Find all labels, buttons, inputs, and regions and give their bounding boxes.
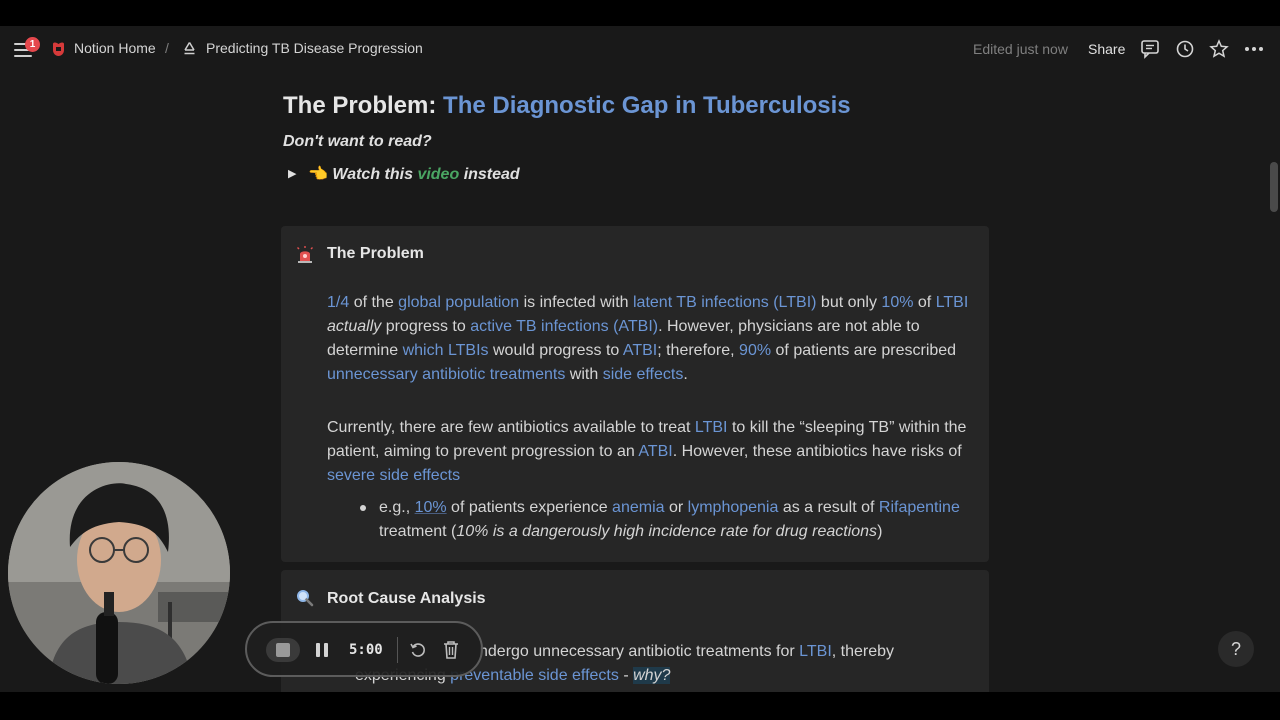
- star-icon[interactable]: [1208, 38, 1230, 60]
- subheading: Don't want to read?: [283, 133, 432, 150]
- share-button[interactable]: Share: [1088, 41, 1125, 57]
- problem-paragraph-2: Currently, there are few antibiotics ava…: [327, 419, 967, 484]
- stop-recording-button[interactable]: [266, 638, 300, 662]
- recorder-controls: 5:00: [245, 621, 483, 677]
- callout-title: Root Cause Analysis: [327, 590, 486, 607]
- recycle-icon: [184, 42, 195, 55]
- restart-icon[interactable]: [409, 641, 427, 659]
- callout-title: The Problem: [327, 245, 424, 262]
- notification-badge: 1: [25, 37, 40, 52]
- video-link[interactable]: video: [417, 166, 459, 183]
- video-toggle[interactable]: ▶ 👈 Watch this video instead: [288, 164, 520, 184]
- edited-status: Edited just now: [973, 41, 1068, 57]
- siren-icon: [297, 246, 313, 263]
- webcam-overlay: [8, 462, 230, 684]
- bullet-marker: [360, 505, 366, 511]
- letterbox-top: [0, 0, 1280, 26]
- more-icon[interactable]: [1243, 38, 1265, 60]
- trash-icon[interactable]: [442, 640, 460, 660]
- comment-icon[interactable]: [1139, 38, 1161, 60]
- recording-timer: 5:00: [349, 642, 383, 658]
- notion-logo-icon: [53, 42, 64, 56]
- help-button[interactable]: ?: [1218, 631, 1254, 667]
- divider: [397, 637, 398, 663]
- clock-history-icon[interactable]: [1174, 38, 1196, 60]
- breadcrumb-page[interactable]: Predicting TB Disease Progression: [206, 40, 423, 56]
- breadcrumb-separator: /: [165, 40, 169, 56]
- callout-the-problem: The Problem 1/4 of the global population…: [281, 226, 989, 562]
- breadcrumb-workspace[interactable]: Notion Home: [74, 40, 156, 56]
- page-heading: The Problem: The Diagnostic Gap in Tuber…: [283, 92, 851, 119]
- scrollbar-thumb[interactable]: [1270, 162, 1278, 212]
- letterbox-bottom: [0, 692, 1280, 720]
- pause-icon[interactable]: [314, 642, 330, 658]
- pointing-hand-icon: 👈: [308, 166, 328, 183]
- toggle-arrow-icon[interactable]: ▶: [288, 167, 308, 180]
- topbar: 1 Notion Home / Predicting TB Disease Pr…: [0, 26, 1280, 72]
- problem-paragraph-1: 1/4 of the global population is infected…: [327, 294, 969, 383]
- problem-bullet: e.g., 10% of patients experience anemia …: [379, 499, 960, 540]
- presenter-image: [8, 462, 230, 684]
- magnifier-icon: [297, 590, 314, 607]
- stop-icon: [276, 643, 290, 657]
